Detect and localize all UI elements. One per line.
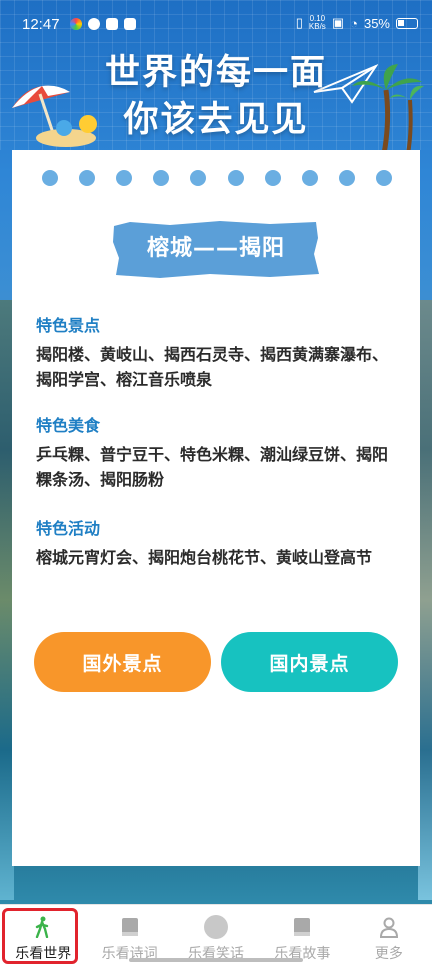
section-heading: 特色活动 bbox=[36, 519, 101, 538]
section-body: 揭阳楼、黄岐山、揭西石灵寺、揭西黄满寨瀑布、揭阳学宫、榕江音乐喷泉 bbox=[36, 345, 389, 389]
hole-dot bbox=[227, 170, 244, 186]
international-spots-button[interactable]: 国外景点 bbox=[34, 632, 211, 692]
city-info-card: 榕城——揭阳 特色景点 揭阳楼、黄岐山、揭西石灵寺、揭西黄满寨瀑布、揭阳学宫、榕… bbox=[12, 150, 420, 866]
hole-dot bbox=[301, 170, 318, 186]
section-food: 特色美食 乒乓粿、普宁豆干、特色米粿、潮汕绿豆饼、揭阳粿条汤、揭阳肠粉 bbox=[36, 412, 396, 492]
page-title: 世界的每一面 你该去见见 bbox=[104, 53, 327, 140]
section-heading: 特色景点 bbox=[36, 316, 101, 335]
tab-stories[interactable]: 乐看故事 bbox=[259, 905, 345, 964]
app-notification-icon bbox=[124, 18, 136, 30]
section-body: 乒乓粿、普宁豆干、特色米粿、潮汕绿豆饼、揭阳粿条汤、揭阳肠粉 bbox=[36, 445, 389, 489]
hole-dot bbox=[116, 170, 133, 186]
section-attractions: 特色景点 揭阳楼、黄岐山、揭西石灵寺、揭西黄满寨瀑布、揭阳学宫、榕江音乐喷泉 bbox=[36, 312, 396, 392]
city-banner: 榕城——揭阳 bbox=[110, 218, 322, 280]
tab-label: 更多 bbox=[374, 946, 403, 962]
section-body: 榕城元宵灯会、揭阳炮台桃花节、黄岐山登高节 bbox=[36, 548, 373, 567]
net-speed: 0.10 KB/s bbox=[308, 14, 326, 31]
notification-icons bbox=[70, 18, 136, 30]
hole-dot bbox=[338, 170, 355, 186]
hole-dot bbox=[153, 170, 170, 186]
tab-poetry[interactable]: 乐看诗词 bbox=[86, 905, 172, 964]
hole-dot bbox=[375, 170, 392, 186]
hole-dot bbox=[264, 170, 281, 186]
hole-dot bbox=[79, 170, 96, 186]
section-heading: 特色美食 bbox=[36, 416, 101, 435]
book-icon bbox=[117, 915, 143, 939]
battery-text: 35% bbox=[363, 15, 390, 31]
status-right: ▯ 0.10 KB/s ▣ ◔ 35% bbox=[296, 15, 418, 31]
circle-icon bbox=[203, 915, 229, 939]
tab-jokes[interactable]: 乐看笑话 bbox=[173, 905, 259, 964]
status-bar: 12:47 ▯ 0.10 KB/s ▣ ◔ 35% bbox=[0, 0, 432, 48]
book-icon bbox=[289, 915, 315, 939]
user-icon bbox=[376, 915, 402, 939]
sim-icon: ▣ bbox=[331, 15, 345, 30]
background-scenery-right bbox=[418, 300, 432, 900]
wifi-icon: ◔ bbox=[350, 15, 358, 31]
home-indicator[interactable] bbox=[129, 958, 303, 962]
domestic-spots-button[interactable]: 国内景点 bbox=[221, 632, 398, 692]
city-name: 榕城——揭阳 bbox=[146, 236, 285, 261]
app-notification-icon bbox=[88, 18, 100, 30]
app-notification-icon bbox=[70, 18, 82, 30]
active-tab-highlight bbox=[2, 908, 78, 964]
notebook-holes bbox=[42, 170, 392, 186]
hole-dot bbox=[42, 170, 58, 186]
status-time: 12:47 bbox=[22, 16, 60, 33]
battery-icon bbox=[396, 17, 418, 29]
vibrate-icon: ▯ bbox=[295, 15, 303, 30]
app-notification-icon bbox=[106, 18, 118, 30]
tab-more[interactable]: 更多 bbox=[346, 905, 432, 964]
section-activities: 特色活动 榕城元宵灯会、揭阳炮台桃花节、黄岐山登高节 bbox=[36, 515, 396, 570]
hole-dot bbox=[190, 170, 207, 186]
